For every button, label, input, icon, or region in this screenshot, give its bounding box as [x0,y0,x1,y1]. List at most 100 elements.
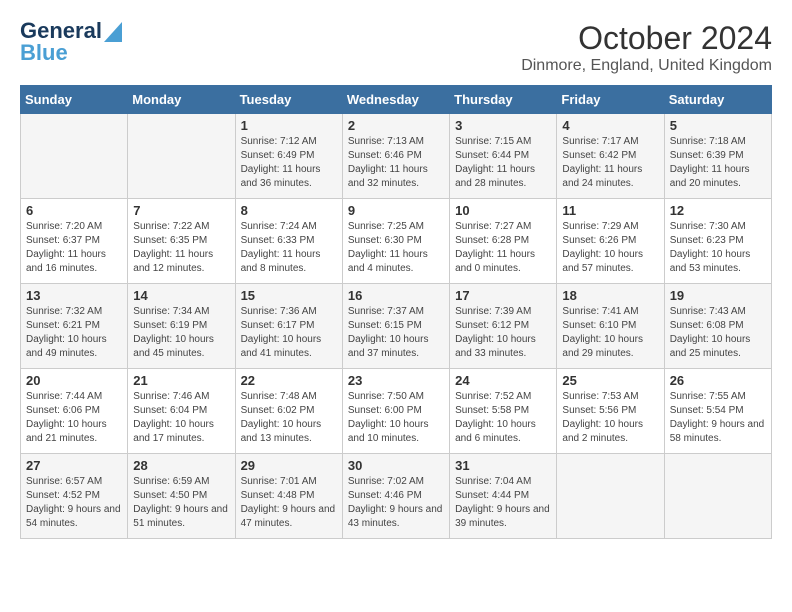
day-info: Sunrise: 7:13 AM Sunset: 6:46 PM Dayligh… [348,135,444,191]
calendar-cell: 29 Sunrise: 7:01 AM Sunset: 4:48 PM Dayli… [235,454,342,539]
calendar-cell [128,114,235,199]
day-number: 27 [26,458,122,473]
day-info: Sunrise: 7:17 AM Sunset: 6:42 PM Dayligh… [562,135,658,191]
day-info: Sunrise: 7:55 AM Sunset: 5:54 PM Dayligh… [670,390,766,446]
day-number: 4 [562,118,658,133]
day-info: Sunrise: 7:20 AM Sunset: 6:37 PM Dayligh… [26,220,122,276]
day-number: 1 [241,118,337,133]
day-number: 22 [241,373,337,388]
calendar-week-row: 1Sunrise: 7:12 AM Sunset: 6:49 PM Daylig… [21,114,772,199]
day-number: 15 [241,288,337,303]
calendar-cell: 19 Sunrise: 7:43 AM Sunset: 6:08 PM Dayli… [664,284,771,369]
calendar-table: SundayMondayTuesdayWednesdayThursdayFrid… [20,85,772,539]
calendar-cell: 12 Sunrise: 7:30 AM Sunset: 6:23 PM Dayli… [664,199,771,284]
day-info: Sunrise: 7:39 AM Sunset: 6:12 PM Dayligh… [455,305,551,361]
calendar-week-row: 6Sunrise: 7:20 AM Sunset: 6:37 PM Daylig… [21,199,772,284]
calendar-cell: 23Sunrise: 7:50 AM Sunset: 6:00 PM Dayli… [342,369,449,454]
day-number: 24 [455,373,551,388]
day-number: 11 [562,203,658,218]
calendar-cell: 6Sunrise: 7:20 AM Sunset: 6:37 PM Daylig… [21,199,128,284]
calendar-cell [664,454,771,539]
calendar-cell: 10Sunrise: 7:27 AM Sunset: 6:28 PM Dayli… [450,199,557,284]
day-number: 28 [133,458,229,473]
calendar-cell: 4 Sunrise: 7:17 AM Sunset: 6:42 PM Daylig… [557,114,664,199]
day-info: Sunrise: 7:43 AM Sunset: 6:08 PM Dayligh… [670,305,766,361]
day-info: Sunrise: 7:36 AM Sunset: 6:17 PM Dayligh… [241,305,337,361]
day-info: Sunrise: 7:44 AM Sunset: 6:06 PM Dayligh… [26,390,122,446]
day-info: Sunrise: 7:18 AM Sunset: 6:39 PM Dayligh… [670,135,766,191]
day-number: 25 [562,373,658,388]
day-number: 31 [455,458,551,473]
day-info: Sunrise: 7:22 AM Sunset: 6:35 PM Dayligh… [133,220,229,276]
calendar-cell: 17 Sunrise: 7:39 AM Sunset: 6:12 PM Dayli… [450,284,557,369]
day-info: Sunrise: 7:34 AM Sunset: 6:19 PM Dayligh… [133,305,229,361]
logo-triangle-icon [104,22,122,42]
calendar-cell: 18 Sunrise: 7:41 AM Sunset: 6:10 PM Dayli… [557,284,664,369]
calendar-cell: 7 Sunrise: 7:22 AM Sunset: 6:35 PM Daylig… [128,199,235,284]
day-info: Sunrise: 7:50 AM Sunset: 6:00 PM Dayligh… [348,390,444,446]
weekday-header-row: SundayMondayTuesdayWednesdayThursdayFrid… [21,86,772,114]
month-title: October 2024 [521,20,772,57]
calendar-cell: 20Sunrise: 7:44 AM Sunset: 6:06 PM Dayli… [21,369,128,454]
day-number: 21 [133,373,229,388]
weekday-header-monday: Monday [128,86,235,114]
day-number: 26 [670,373,766,388]
calendar-cell: 31 Sunrise: 7:04 AM Sunset: 4:44 PM Dayli… [450,454,557,539]
day-number: 7 [133,203,229,218]
calendar-cell: 8 Sunrise: 7:24 AM Sunset: 6:33 PM Daylig… [235,199,342,284]
day-info: Sunrise: 6:57 AM Sunset: 4:52 PM Dayligh… [26,475,122,531]
calendar-cell: 21 Sunrise: 7:46 AM Sunset: 6:04 PM Dayli… [128,369,235,454]
calendar-cell: 26 Sunrise: 7:55 AM Sunset: 5:54 PM Dayli… [664,369,771,454]
day-number: 8 [241,203,337,218]
weekday-header-tuesday: Tuesday [235,86,342,114]
calendar-cell [557,454,664,539]
calendar-cell: 27 Sunrise: 6:57 AM Sunset: 4:52 PM Dayli… [21,454,128,539]
page-header: General Blue October 2024 Dinmore, Engla… [20,20,772,75]
calendar-cell: 25Sunrise: 7:53 AM Sunset: 5:56 PM Dayli… [557,369,664,454]
calendar-cell: 22 Sunrise: 7:48 AM Sunset: 6:02 PM Dayli… [235,369,342,454]
calendar-body: 1Sunrise: 7:12 AM Sunset: 6:49 PM Daylig… [21,114,772,539]
calendar-cell: 24 Sunrise: 7:52 AM Sunset: 5:58 PM Dayli… [450,369,557,454]
day-number: 19 [670,288,766,303]
day-info: Sunrise: 7:24 AM Sunset: 6:33 PM Dayligh… [241,220,337,276]
logo: General Blue [20,20,122,64]
day-number: 30 [348,458,444,473]
logo-general: General [20,20,102,42]
calendar-cell: 15 Sunrise: 7:36 AM Sunset: 6:17 PM Dayli… [235,284,342,369]
day-info: Sunrise: 7:46 AM Sunset: 6:04 PM Dayligh… [133,390,229,446]
calendar-cell: 2 Sunrise: 7:13 AM Sunset: 6:46 PM Daylig… [342,114,449,199]
weekday-header-thursday: Thursday [450,86,557,114]
day-number: 13 [26,288,122,303]
calendar-cell: 9 Sunrise: 7:25 AM Sunset: 6:30 PM Daylig… [342,199,449,284]
weekday-header-friday: Friday [557,86,664,114]
calendar-cell [21,114,128,199]
day-number: 18 [562,288,658,303]
day-info: Sunrise: 7:30 AM Sunset: 6:23 PM Dayligh… [670,220,766,276]
day-number: 29 [241,458,337,473]
day-number: 17 [455,288,551,303]
calendar-cell: 16Sunrise: 7:37 AM Sunset: 6:15 PM Dayli… [342,284,449,369]
calendar-cell: 14Sunrise: 7:34 AM Sunset: 6:19 PM Dayli… [128,284,235,369]
day-info: Sunrise: 7:48 AM Sunset: 6:02 PM Dayligh… [241,390,337,446]
weekday-header-sunday: Sunday [21,86,128,114]
title-block: October 2024 Dinmore, England, United Ki… [521,20,772,75]
day-number: 3 [455,118,551,133]
calendar-cell: 3Sunrise: 7:15 AM Sunset: 6:44 PM Daylig… [450,114,557,199]
location: Dinmore, England, United Kingdom [521,57,772,75]
calendar-cell: 11Sunrise: 7:29 AM Sunset: 6:26 PM Dayli… [557,199,664,284]
day-number: 2 [348,118,444,133]
calendar-cell: 30Sunrise: 7:02 AM Sunset: 4:46 PM Dayli… [342,454,449,539]
day-number: 12 [670,203,766,218]
day-info: Sunrise: 7:01 AM Sunset: 4:48 PM Dayligh… [241,475,337,531]
calendar-cell: 28Sunrise: 6:59 AM Sunset: 4:50 PM Dayli… [128,454,235,539]
day-info: Sunrise: 7:25 AM Sunset: 6:30 PM Dayligh… [348,220,444,276]
weekday-header-wednesday: Wednesday [342,86,449,114]
day-number: 9 [348,203,444,218]
weekday-header-saturday: Saturday [664,86,771,114]
day-info: Sunrise: 7:52 AM Sunset: 5:58 PM Dayligh… [455,390,551,446]
day-info: Sunrise: 7:41 AM Sunset: 6:10 PM Dayligh… [562,305,658,361]
calendar-cell: 5Sunrise: 7:18 AM Sunset: 6:39 PM Daylig… [664,114,771,199]
calendar-week-row: 20Sunrise: 7:44 AM Sunset: 6:06 PM Dayli… [21,369,772,454]
day-info: Sunrise: 7:04 AM Sunset: 4:44 PM Dayligh… [455,475,551,531]
day-info: Sunrise: 7:27 AM Sunset: 6:28 PM Dayligh… [455,220,551,276]
